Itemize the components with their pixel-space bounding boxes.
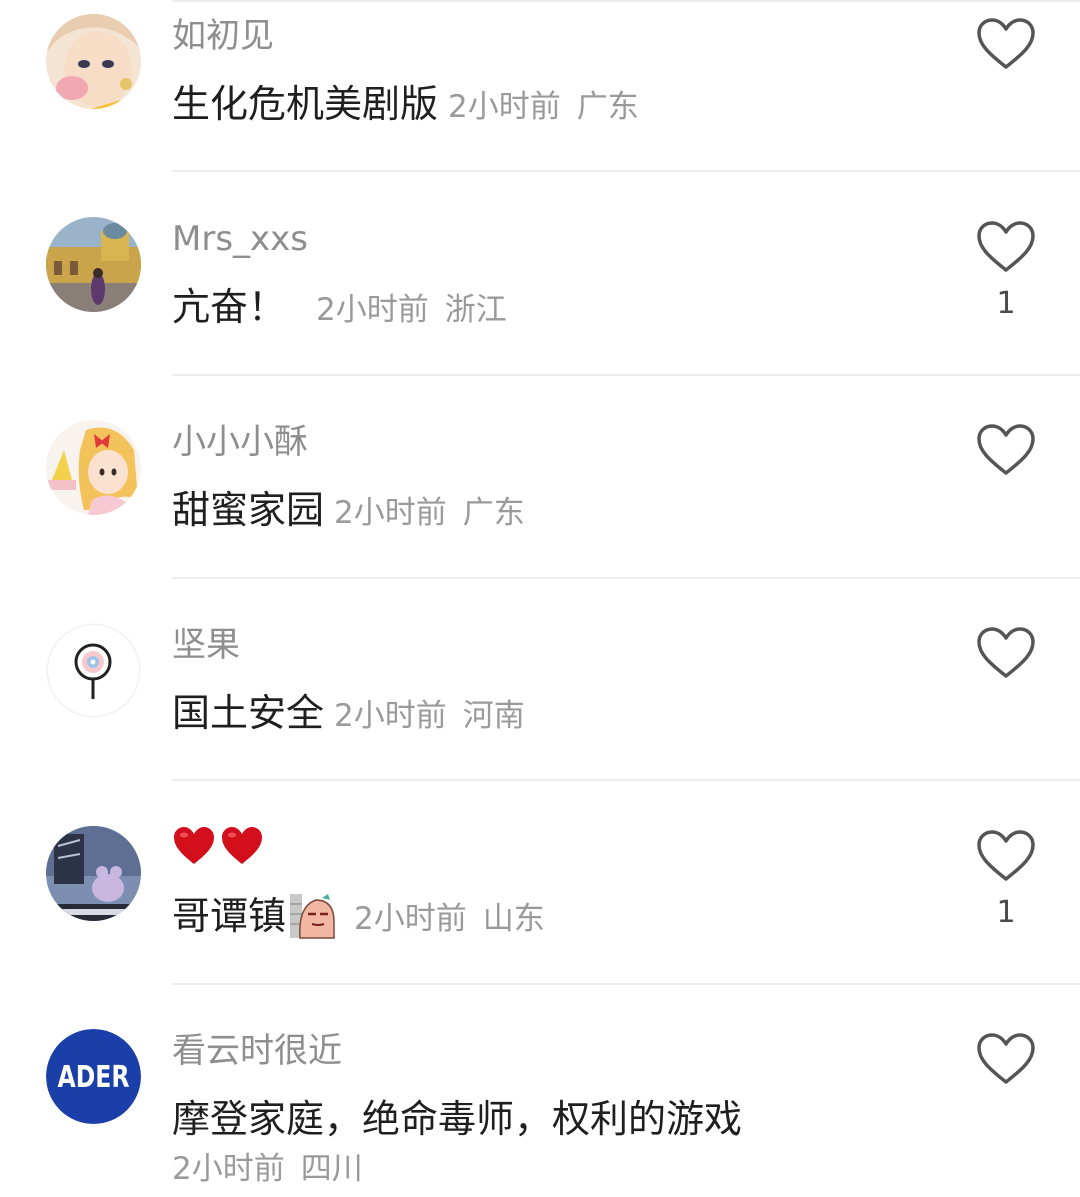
comment-item: 小小小酥 甜蜜家园 2小时前 广东 [0,376,1080,578]
comment-item: 哥谭镇 2小时前 山东 1 [0,781,1080,984]
like-count: 1 [996,895,1016,930]
comment-body: 甜蜜家园 2小时前 广东 [172,486,525,534]
comment-item: ADER 看云时很近 摩登家庭，绝命毒师，权利的游戏 2小时前 四川 [0,985,1080,1197]
comment-meta: 2小时前 四川 [172,1149,363,1189]
red-heart-emoji [174,827,214,864]
avatar-ader-text: ADER [58,1060,130,1095]
heart-outline-icon [977,830,1035,881]
comment-body: 摩登家庭，绝命毒师，权利的游戏 [172,1095,742,1143]
avatar[interactable] [46,14,141,109]
comment-time: 2小时前 [316,292,429,328]
comment-text: 摩登家庭，绝命毒师，权利的游戏 [172,1097,743,1141]
comment-location: 浙江 [444,292,507,328]
username-emoji[interactable] [172,826,268,870]
comment-meta: 2小时前 广东 [324,493,525,533]
comment-meta: 2小时前 山东 [338,899,545,939]
comment-location: 广东 [462,495,525,531]
avatar[interactable] [46,420,141,515]
red-heart-emoji [222,827,262,864]
comment-item: 如初见 生化危机美剧版 2小时前 广东 [0,0,1080,172]
comment-item: 坚果 国土安全 2小时前 河南 [0,579,1080,781]
comment-text: 甜蜜家园 [172,488,325,532]
username[interactable]: 坚果 [172,623,240,667]
heart-outline-icon [977,1033,1035,1084]
username[interactable]: 如初见 [172,14,274,58]
comment-text: 哥谭镇 [172,894,287,938]
heart-outline-icon [977,424,1035,475]
comment-time: 2小时前 [354,901,467,937]
comment-text: 生化危机美剧版 [172,82,439,126]
comment-time: 2小时前 [172,1151,285,1187]
like-count: 1 [996,286,1016,321]
heart-outline-icon [977,18,1035,69]
comment-text: 亢奋！ [172,285,287,329]
like-button[interactable] [974,1031,1038,1087]
comment-location: 河南 [462,698,525,734]
comment-meta: 2小时前 广东 [438,87,639,127]
comment-meta: 2小时前 浙江 [286,290,507,330]
comment-location: 四川 [300,1151,363,1187]
username[interactable]: 小小小酥 [172,420,308,464]
comment-meta: 2小时前 河南 [324,696,525,736]
like-button[interactable] [974,828,1038,884]
username[interactable]: 看云时很近 [172,1029,342,1073]
like-button[interactable] [974,422,1038,478]
comment-text: 国土安全 [172,691,325,735]
peeking-bean-sticker [290,894,335,939]
comment-body: 亢奋！ 2小时前 浙江 [172,283,507,331]
avatar[interactable] [46,826,141,921]
like-button[interactable] [974,16,1038,72]
comment-body: 生化危机美剧版 2小时前 广东 [172,80,639,128]
comment-location: 广东 [576,89,639,125]
comment-item: Mrs_xxs 亢奋！ 2小时前 浙江 1 [0,172,1080,375]
heart-outline-icon [977,221,1035,272]
avatar[interactable] [46,623,141,718]
comment-body: 哥谭镇 2小时前 山东 [172,892,545,940]
comment-time: 2小时前 [334,495,447,531]
comment-body: 国土安全 2小时前 河南 [172,689,525,737]
avatar[interactable] [46,217,141,312]
comment-time: 2小时前 [448,89,561,125]
username[interactable]: Mrs_xxs [172,217,308,261]
avatar[interactable]: ADER [46,1029,141,1124]
comment-time: 2小时前 [334,698,447,734]
like-button[interactable] [974,625,1038,681]
heart-outline-icon [977,627,1035,678]
comment-meta-row: 2小时前 四川 [172,1149,363,1189]
comment-location: 山东 [482,901,545,937]
like-button[interactable] [974,219,1038,275]
